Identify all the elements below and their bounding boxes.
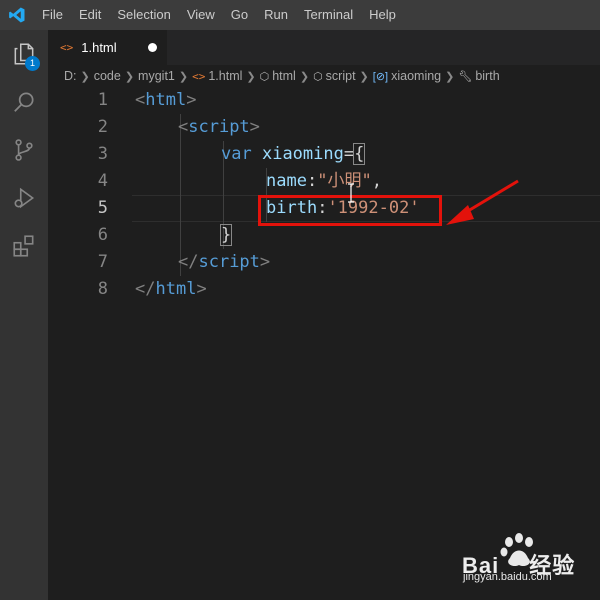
chevron-right-icon: ❯ xyxy=(445,70,455,83)
crumb-html[interactable]: html xyxy=(272,69,296,83)
crumb-file[interactable]: 1.html xyxy=(208,69,242,83)
menu-bar: File Edit Selection View Go Run Terminal… xyxy=(0,0,600,30)
code-editor[interactable]: 1 2 3 4 5 6 7 8 <html> <script> var xiao… xyxy=(48,87,600,600)
html-file-icon: <> xyxy=(192,69,206,83)
menu-view[interactable]: View xyxy=(179,0,223,30)
chevron-right-icon: ❯ xyxy=(246,70,256,83)
vscode-logo-icon xyxy=(0,0,34,30)
code-line-1: <html> xyxy=(135,90,197,110)
search-button[interactable] xyxy=(0,78,48,126)
unsaved-dot-icon[interactable] xyxy=(148,43,157,52)
crumb-code[interactable]: code xyxy=(94,69,121,83)
explorer-button[interactable]: 1 xyxy=(0,30,48,78)
variable-icon: [⊘] xyxy=(372,70,389,83)
line-number: 7 xyxy=(97,252,108,272)
code-line-7: </script> xyxy=(178,252,271,272)
chevron-right-icon: ❯ xyxy=(178,70,189,83)
menu-help[interactable]: Help xyxy=(361,0,404,30)
cube-icon: ⬡ xyxy=(259,70,270,83)
line-number-active: 5 xyxy=(97,198,108,218)
menu-go[interactable]: Go xyxy=(223,0,256,30)
line-number: 3 xyxy=(97,144,108,164)
line-number: 4 xyxy=(97,171,108,191)
line-number: 1 xyxy=(97,90,108,110)
text-cursor-icon xyxy=(348,183,354,203)
run-debug-button[interactable] xyxy=(0,174,48,222)
menu-terminal[interactable]: Terminal xyxy=(296,0,361,30)
wrench-icon: 🔧︎ xyxy=(458,70,473,83)
extensions-icon xyxy=(13,235,34,257)
run-debug-icon xyxy=(14,187,35,209)
activity-bar: 1 xyxy=(0,30,48,600)
menu-run[interactable]: Run xyxy=(256,0,296,30)
code-line-4: name:"小明", xyxy=(266,171,382,191)
tab-label: 1.html xyxy=(81,40,117,55)
menu-file[interactable]: File xyxy=(34,0,71,30)
menu-selection[interactable]: Selection xyxy=(109,0,178,30)
code-line-8: </html> xyxy=(135,279,207,299)
tab-bar: <> 1.html xyxy=(48,30,600,65)
source-control-button[interactable] xyxy=(0,126,48,174)
menu-edit[interactable]: Edit xyxy=(71,0,109,30)
extensions-button[interactable] xyxy=(0,222,48,270)
chevron-right-icon: ❯ xyxy=(299,70,310,83)
annotation-arrow-icon xyxy=(446,179,519,225)
source-control-icon xyxy=(15,139,33,161)
watermark-url: jingyan.baidu.com xyxy=(463,571,552,583)
crumb-drive[interactable]: D: xyxy=(64,69,77,83)
tab-1-html[interactable]: <> 1.html xyxy=(48,30,167,65)
code-line-6: } xyxy=(219,224,233,246)
line-number: 2 xyxy=(97,117,108,137)
search-icon xyxy=(14,92,34,112)
chevron-right-icon: ❯ xyxy=(80,70,90,83)
line-number: 8 xyxy=(97,279,108,299)
cube-icon: ⬡ xyxy=(313,70,323,83)
explorer-badge: 1 xyxy=(25,56,40,71)
chevron-right-icon: ❯ xyxy=(359,70,369,83)
crumb-xiaoming[interactable]: xiaoming xyxy=(391,69,441,83)
code-line-2: <script> xyxy=(178,117,260,137)
crumb-script[interactable]: script xyxy=(326,69,356,83)
html-file-icon: <> xyxy=(60,41,74,54)
line-number: 6 xyxy=(97,225,108,245)
breadcrumb: D: ❯ code ❯ mygit1 ❯ <> 1.html ❯ ⬡ html … xyxy=(48,65,600,87)
code-line-3: var xiaoming={ xyxy=(221,143,366,165)
crumb-mygit1[interactable]: mygit1 xyxy=(138,69,175,83)
crumb-birth[interactable]: birth xyxy=(475,69,499,83)
chevron-right-icon: ❯ xyxy=(124,70,135,83)
